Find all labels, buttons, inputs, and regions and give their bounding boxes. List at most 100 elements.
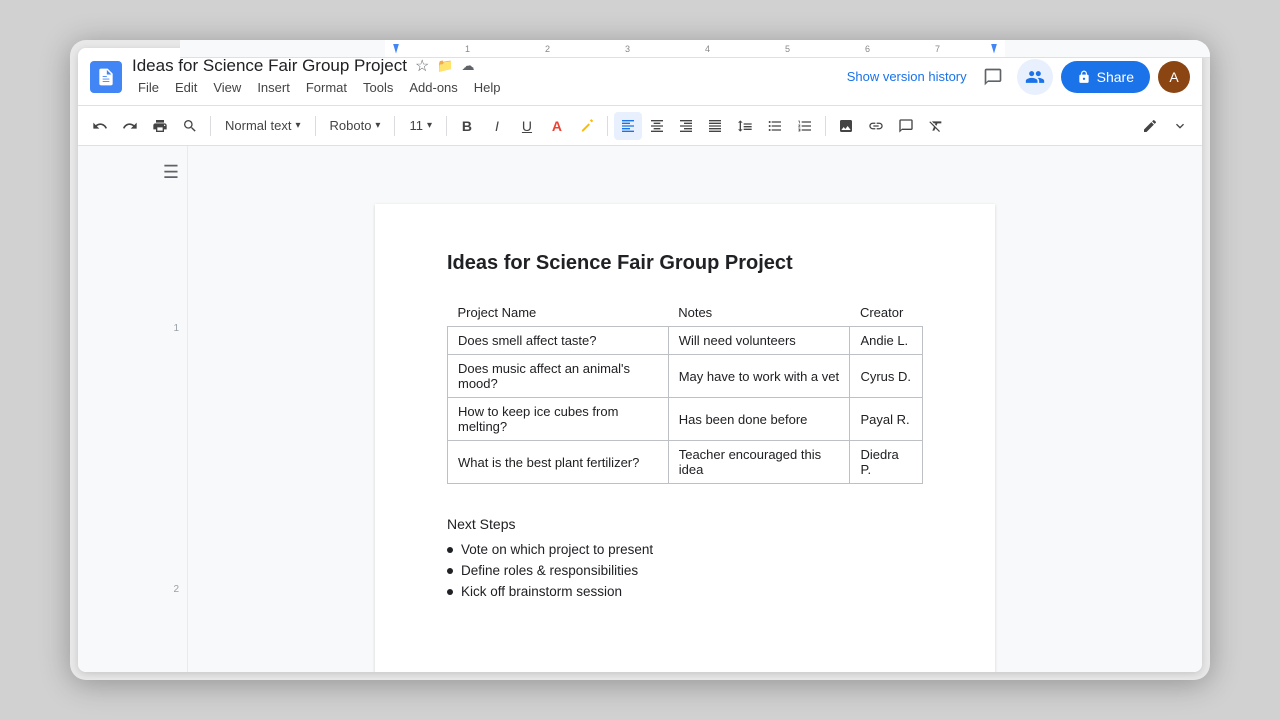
menu-view[interactable]: View — [207, 78, 247, 97]
list-item-text: Kick off brainstorm session — [461, 584, 622, 599]
bullet-dot — [447, 589, 453, 595]
align-justify-button[interactable] — [701, 112, 729, 140]
font-chevron: ▾ — [375, 120, 380, 131]
divider-1 — [210, 116, 211, 136]
clear-format-button[interactable] — [922, 112, 950, 140]
version-history-link[interactable]: Show version history — [847, 69, 967, 84]
user-avatar[interactable]: A — [1158, 61, 1190, 93]
cloud-icon[interactable]: ☁ — [462, 58, 475, 74]
app-window: Ideas for Science Fair Group Project ☆ 📁… — [78, 48, 1202, 672]
menu-insert[interactable]: Insert — [251, 78, 296, 97]
insert-link-button[interactable] — [862, 112, 890, 140]
bullet-dot — [447, 568, 453, 574]
bullet-list: Vote on which project to present Define r… — [447, 542, 923, 599]
star-icon[interactable]: ☆ — [415, 56, 429, 76]
table-cell: What is the best plant fertilizer? — [448, 441, 669, 484]
menu-help[interactable]: Help — [468, 78, 507, 97]
page-numbers: 1 2 3 4 — [173, 223, 179, 672]
table-cell: Will need volunteers — [668, 327, 850, 355]
right-panel — [1182, 146, 1202, 672]
align-center-button[interactable] — [643, 112, 671, 140]
divider-3 — [394, 116, 395, 136]
table-cell: Has been done before — [668, 398, 850, 441]
align-group — [614, 112, 729, 140]
laptop-frame: Ideas for Science Fair Group Project ☆ 📁… — [70, 40, 1210, 680]
style-label: Normal text — [225, 118, 291, 133]
page-num-1: 1 — [173, 323, 179, 334]
toolbar: Normal text ▾ Roboto ▾ 11 ▾ B I U A — [78, 106, 1202, 146]
share-button[interactable]: Share — [1061, 61, 1150, 93]
comment-button[interactable] — [892, 112, 920, 140]
share-label: Share — [1097, 69, 1134, 85]
divider-4 — [446, 116, 447, 136]
expand-toolbar-button[interactable] — [1166, 112, 1194, 140]
outline-icon[interactable]: ☰ — [163, 162, 179, 183]
project-table: Project Name Notes Creator Does smell af… — [447, 299, 923, 484]
highlight-button[interactable] — [573, 112, 601, 140]
table-cell: May have to work with a vet — [668, 355, 850, 398]
font-dropdown[interactable]: Roboto ▾ — [322, 112, 389, 140]
list-item-text: Define roles & responsibilities — [461, 563, 638, 578]
menu-format[interactable]: Format — [300, 78, 353, 97]
table-cell: Cyrus D. — [850, 355, 923, 398]
divider-6 — [825, 116, 826, 136]
menu-edit[interactable]: Edit — [169, 78, 203, 97]
menu-file[interactable]: File — [132, 78, 165, 97]
table-cell: Teacher encouraged this idea — [668, 441, 850, 484]
list-item: Define roles & responsibilities — [447, 563, 923, 578]
table-cell: Diedra P. — [850, 441, 923, 484]
bullets-button[interactable] — [761, 112, 789, 140]
table-cell: Does smell affect taste? — [448, 327, 669, 355]
document-page[interactable]: Ideas for Science Fair Group Project Pro… — [375, 204, 995, 672]
divider-2 — [315, 116, 316, 136]
title-right-actions: Share A — [977, 59, 1190, 95]
underline-button[interactable]: U — [513, 112, 541, 140]
bullet-dot — [447, 547, 453, 553]
align-right-button[interactable] — [672, 112, 700, 140]
menu-addons[interactable]: Add-ons — [403, 78, 463, 97]
next-steps-title: Next Steps — [447, 516, 923, 532]
insert-image-button[interactable] — [832, 112, 860, 140]
col-header-creator: Creator — [850, 299, 923, 327]
align-left-button[interactable] — [614, 112, 642, 140]
font-size-dropdown[interactable]: 11 ▾ — [401, 112, 440, 140]
table-row: Does music affect an animal's mood?May h… — [448, 355, 923, 398]
table-cell: How to keep ice cubes from melting? — [448, 398, 669, 441]
italic-button[interactable]: I — [483, 112, 511, 140]
style-chevron: ▾ — [295, 120, 300, 131]
list-item: Kick off brainstorm session — [447, 584, 923, 599]
collaborators-icon[interactable] — [1017, 59, 1053, 95]
style-dropdown[interactable]: Normal text ▾ — [217, 112, 309, 140]
bold-button[interactable]: B — [453, 112, 481, 140]
table-row: How to keep ice cubes from melting?Has b… — [448, 398, 923, 441]
col-header-notes: Notes — [668, 299, 850, 327]
title-section: Ideas for Science Fair Group Project ☆ 📁… — [132, 56, 837, 97]
document-heading: Ideas for Science Fair Group Project — [447, 252, 923, 275]
table-row: Does smell affect taste?Will need volunt… — [448, 327, 923, 355]
doc-title: Ideas for Science Fair Group Project — [132, 56, 407, 76]
left-panel: ☰ 1 2 3 4 — [78, 146, 188, 672]
docs-logo — [90, 61, 122, 93]
table-header-row: Project Name Notes Creator — [448, 299, 923, 327]
undo-button[interactable] — [86, 112, 114, 140]
comment-icon-btn[interactable] — [977, 61, 1009, 93]
numbered-list-button[interactable] — [791, 112, 819, 140]
list-item-text: Vote on which project to present — [461, 542, 653, 557]
line-spacing-button[interactable] — [731, 112, 759, 140]
zoom-button[interactable] — [176, 112, 204, 140]
divider-5 — [607, 116, 608, 136]
edit-pencil-button[interactable] — [1136, 112, 1164, 140]
page-num-2: 2 — [173, 584, 179, 595]
menu-tools[interactable]: Tools — [357, 78, 399, 97]
font-label: Roboto — [330, 118, 372, 133]
text-color-button[interactable]: A — [543, 112, 571, 140]
list-item: Vote on which project to present — [447, 542, 923, 557]
table-cell: Payal R. — [850, 398, 923, 441]
document-area[interactable]: 1 2 3 4 5 6 7 Ideas for Science Fair Gro… — [188, 146, 1182, 672]
print-button[interactable] — [146, 112, 174, 140]
size-chevron: ▾ — [427, 120, 432, 131]
redo-button[interactable] — [116, 112, 144, 140]
table-cell: Does music affect an animal's mood? — [448, 355, 669, 398]
table-cell: Andie L. — [850, 327, 923, 355]
folder-icon[interactable]: 📁 — [437, 58, 453, 74]
